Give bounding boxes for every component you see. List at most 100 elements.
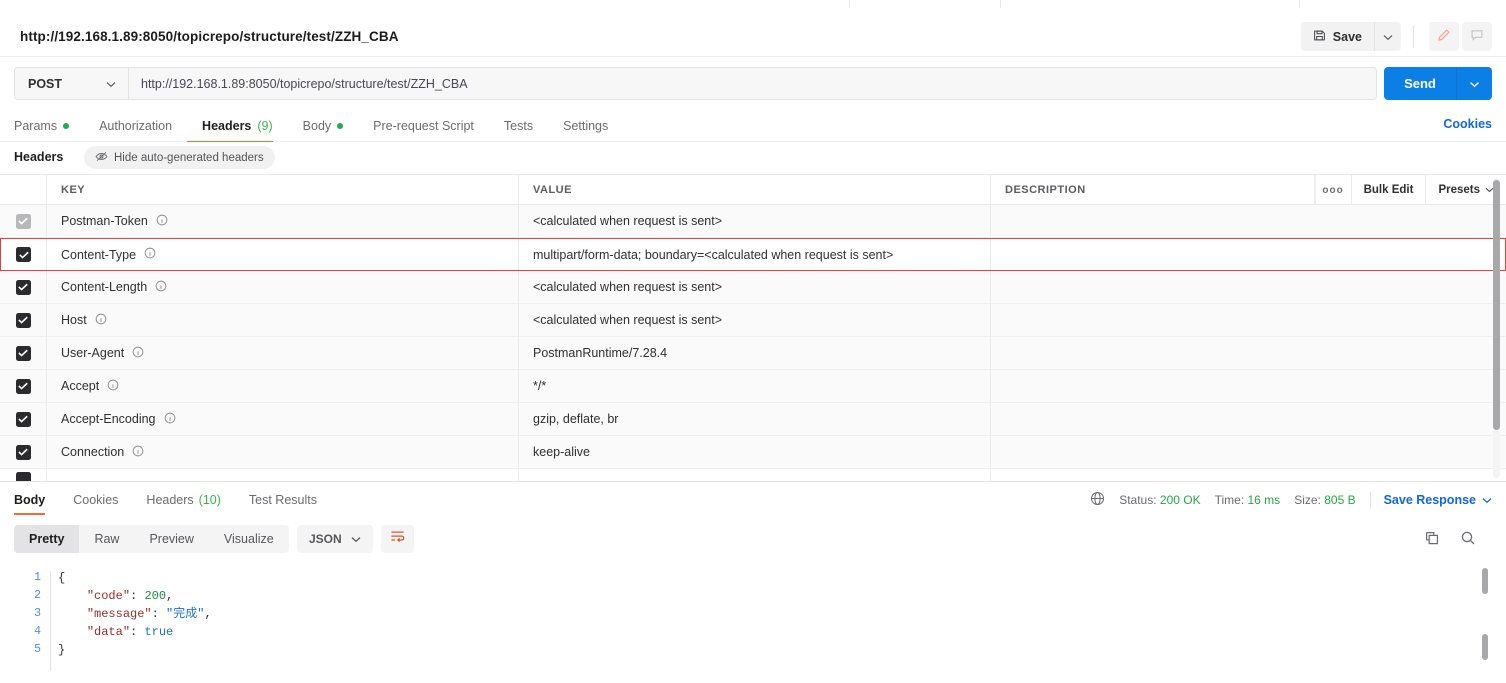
row-value-cell[interactable]: <calculated when request is sent> xyxy=(519,271,991,303)
row-key-cell[interactable]: Host xyxy=(47,304,519,336)
tab-tests[interactable]: Tests xyxy=(489,109,548,142)
checkbox-checked-icon[interactable] xyxy=(15,213,31,229)
row-description-cell[interactable] xyxy=(991,436,1506,468)
headers-table-scrollbar-thumb[interactable] xyxy=(1493,180,1500,430)
tab-body[interactable]: Body xyxy=(288,109,359,142)
comment-button[interactable] xyxy=(1462,22,1492,51)
checkbox-checked-icon[interactable] xyxy=(15,471,31,481)
table-row-partial[interactable] xyxy=(0,469,1506,481)
row-key-cell[interactable] xyxy=(47,469,519,481)
code-scrollbar-thumb-top[interactable] xyxy=(1482,568,1488,594)
info-icon[interactable] xyxy=(144,247,156,262)
format-select[interactable]: JSON xyxy=(297,525,373,553)
info-icon[interactable] xyxy=(132,346,144,361)
row-value-cell[interactable]: gzip, deflate, br xyxy=(519,403,991,435)
checkbox-checked-icon[interactable] xyxy=(15,345,31,361)
view-mode-raw[interactable]: Raw xyxy=(79,525,134,553)
table-row[interactable]: Host <calculated when request is sent> xyxy=(0,304,1506,337)
checkbox-checked-icon[interactable] xyxy=(16,247,31,262)
chevron-down-icon xyxy=(1482,493,1492,507)
row-value-cell[interactable]: PostmanRuntime/7.28.4 xyxy=(519,337,991,369)
row-description-cell[interactable] xyxy=(991,271,1506,303)
tab-params[interactable]: Params xyxy=(14,109,84,142)
row-description-cell[interactable] xyxy=(991,304,1506,336)
save-button[interactable]: Save xyxy=(1300,22,1374,51)
row-key-cell[interactable]: Accept-Encoding xyxy=(47,403,519,435)
row-description-cell[interactable] xyxy=(991,337,1506,369)
hide-auto-generated-headers-button[interactable]: Hide auto-generated headers xyxy=(84,146,275,169)
bulk-edit-button[interactable]: Bulk Edit xyxy=(1350,175,1426,205)
table-row[interactable]: Connection keep-alive xyxy=(0,436,1506,469)
row-description-cell[interactable] xyxy=(991,205,1506,237)
response-tab-headers[interactable]: Headers (10) xyxy=(132,482,234,517)
search-icon[interactable] xyxy=(1460,530,1476,551)
save-dropdown-button[interactable] xyxy=(1374,22,1401,51)
row-description-cell[interactable] xyxy=(991,403,1506,435)
info-icon[interactable] xyxy=(155,280,167,295)
row-checkbox-cell[interactable] xyxy=(0,436,47,468)
row-key-cell[interactable]: User-Agent xyxy=(47,337,519,369)
table-row[interactable]: Accept */* xyxy=(0,370,1506,403)
row-value-cell[interactable]: */* xyxy=(519,370,991,402)
info-icon[interactable] xyxy=(132,445,144,460)
response-tab-body[interactable]: Body xyxy=(14,482,59,517)
row-checkbox-cell[interactable] xyxy=(0,304,47,336)
response-tab-cookies[interactable]: Cookies xyxy=(59,482,132,517)
row-key-cell[interactable]: Content-Length xyxy=(47,271,519,303)
tab-pre-request-script[interactable]: Pre-request Script xyxy=(358,109,489,142)
row-key-cell[interactable]: Accept xyxy=(47,370,519,402)
row-value-cell[interactable]: <calculated when request is sent> xyxy=(519,205,991,237)
row-value-cell[interactable] xyxy=(519,469,991,481)
response-body-code[interactable]: 1 2 3 4 5 { "code": 200, "message": "完成"… xyxy=(0,561,1506,683)
row-description-cell[interactable] xyxy=(991,469,1506,481)
response-pane: Body Cookies Headers (10) Test Results S… xyxy=(0,481,1506,683)
more-options-button[interactable]: ooo xyxy=(1314,175,1351,205)
table-row[interactable]: Content-Type multipart/form-data; bounda… xyxy=(0,238,1506,271)
response-tab-test-results[interactable]: Test Results xyxy=(235,482,331,517)
info-icon[interactable] xyxy=(156,214,168,229)
row-value-cell[interactable]: <calculated when request is sent> xyxy=(519,304,991,336)
row-checkbox-cell[interactable] xyxy=(0,370,47,402)
cookies-link[interactable]: Cookies xyxy=(1443,117,1492,131)
row-key-cell[interactable]: Connection xyxy=(47,436,519,468)
table-row[interactable]: Content-Length <calculated when request … xyxy=(0,271,1506,304)
save-response-button[interactable]: Save Response xyxy=(1384,493,1492,507)
view-mode-visualize[interactable]: Visualize xyxy=(209,525,289,553)
tab-settings[interactable]: Settings xyxy=(548,109,623,142)
row-key-cell[interactable]: Content-Type xyxy=(47,239,519,270)
tab-headers[interactable]: Headers (9) xyxy=(187,109,288,143)
copy-icon[interactable] xyxy=(1424,530,1440,551)
row-key-cell[interactable]: Postman-Token xyxy=(47,205,519,237)
url-input[interactable] xyxy=(129,68,1376,99)
table-row[interactable]: Accept-Encoding gzip, deflate, br xyxy=(0,403,1506,436)
view-mode-preview[interactable]: Preview xyxy=(134,525,208,553)
view-mode-pretty[interactable]: Pretty xyxy=(14,525,80,553)
info-icon[interactable] xyxy=(164,412,176,427)
row-checkbox-cell[interactable] xyxy=(0,271,47,303)
tab-authorization[interactable]: Authorization xyxy=(84,109,187,142)
row-value-cell[interactable]: keep-alive xyxy=(519,436,991,468)
row-checkbox-cell[interactable] xyxy=(1,239,47,270)
table-row[interactable]: Postman-Token <calculated when request i… xyxy=(0,205,1506,238)
row-description-cell[interactable] xyxy=(991,239,1505,270)
info-icon[interactable] xyxy=(95,313,107,328)
row-description-cell[interactable] xyxy=(991,370,1506,402)
code-scrollbar-thumb-bottom[interactable] xyxy=(1482,634,1488,660)
checkbox-checked-icon[interactable] xyxy=(15,378,31,394)
row-checkbox-cell[interactable] xyxy=(0,205,47,237)
row-checkbox-cell[interactable] xyxy=(0,337,47,369)
row-checkbox-cell[interactable] xyxy=(0,469,47,481)
http-method-select[interactable]: POST xyxy=(15,68,129,99)
wrap-lines-button[interactable] xyxy=(381,525,414,553)
table-row[interactable]: User-Agent PostmanRuntime/7.28.4 xyxy=(0,337,1506,370)
info-icon[interactable] xyxy=(107,379,119,394)
checkbox-checked-icon[interactable] xyxy=(15,411,31,427)
send-dropdown-button[interactable] xyxy=(1456,67,1492,100)
checkbox-checked-icon[interactable] xyxy=(15,312,31,328)
checkbox-checked-icon[interactable] xyxy=(15,444,31,460)
row-checkbox-cell[interactable] xyxy=(0,403,47,435)
row-value-cell[interactable]: multipart/form-data; boundary=<calculate… xyxy=(519,239,991,270)
checkbox-checked-icon[interactable] xyxy=(15,279,31,295)
send-button[interactable]: Send xyxy=(1384,67,1456,100)
edit-pencil-button[interactable] xyxy=(1429,22,1459,51)
